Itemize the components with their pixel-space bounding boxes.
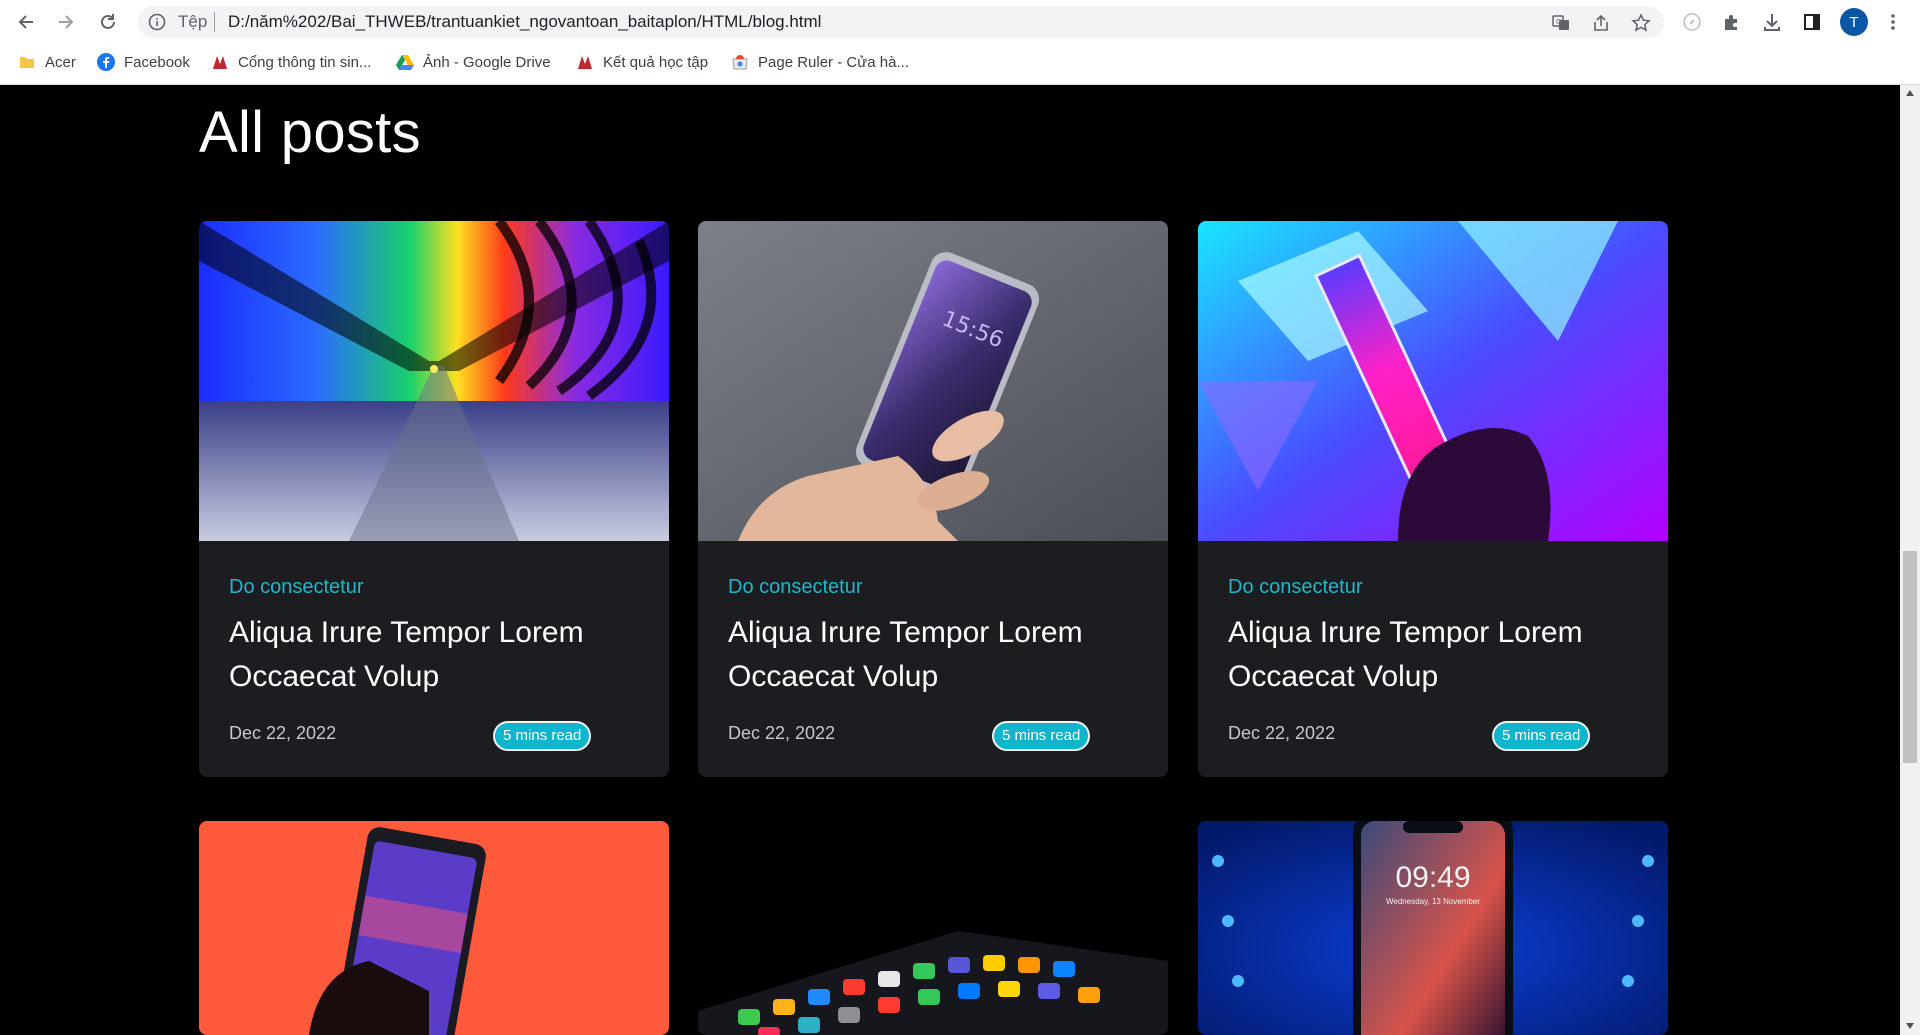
post-card[interactable]: Do consectetur Aliqua Irure Tempor Lorem… xyxy=(1198,221,1668,777)
post-category[interactable]: Do consectetur xyxy=(1228,576,1363,599)
svg-text:G: G xyxy=(1556,18,1561,26)
reload-icon xyxy=(101,14,115,29)
read-time-badge: 5 mins read xyxy=(992,721,1091,751)
bookmark-star-button[interactable] xyxy=(1630,12,1652,34)
webstore-icon xyxy=(731,53,749,71)
read-time-badge: 5 mins read xyxy=(1492,721,1591,751)
compass-icon xyxy=(1683,13,1701,31)
page-title: All posts xyxy=(199,100,421,165)
bookmark-google-drive[interactable]: Ảnh - Google Drive xyxy=(396,49,551,75)
bookmark-label: Acer xyxy=(45,53,76,71)
browser-menu-button[interactable] xyxy=(1881,10,1905,34)
translate-icon: G xyxy=(1552,15,1569,30)
bookmarks-bar: Acer Facebook Cổng thông tin sin... Ảnh … xyxy=(0,47,1920,77)
post-image-hand-holding-phone[interactable]: 15:56 xyxy=(698,221,1168,541)
bookmark-label: Kết quả học tập xyxy=(603,53,709,71)
post-date: Dec 22, 2022 xyxy=(728,723,836,743)
forward-button[interactable] xyxy=(52,8,80,36)
post-card[interactable] xyxy=(199,821,669,1035)
post-date: Dec 22, 2022 xyxy=(1228,723,1336,743)
scrollbar-thumb[interactable] xyxy=(1903,551,1917,763)
browser-toolbar: Tệp D:/năm%202/Bai_THWEB/trantuankiet_ng… xyxy=(0,0,1920,44)
share-button[interactable] xyxy=(1590,12,1612,34)
arrow-right-icon xyxy=(59,15,74,29)
bookmark-label: Cổng thông tin sin... xyxy=(238,53,372,71)
omnibox-divider xyxy=(214,12,215,32)
address-bar[interactable]: Tệp D:/năm%202/Bai_THWEB/trantuankiet_ng… xyxy=(138,6,1664,38)
extension-compass-button[interactable] xyxy=(1680,10,1704,34)
post-card[interactable] xyxy=(698,821,1168,1035)
scroll-up-icon[interactable] xyxy=(1905,89,1915,97)
post-title[interactable]: Aliqua Irure Tempor Lorem Occaecat Volup xyxy=(229,611,649,699)
translate-button[interactable]: G xyxy=(1550,12,1572,34)
more-vert-icon xyxy=(1891,14,1895,30)
bookmark-ket-qua-hoc-tap[interactable]: Kết quả học tập xyxy=(576,49,708,75)
bookmark-label: Page Ruler - Cửa hà... xyxy=(758,53,909,71)
download-icon xyxy=(1764,14,1780,31)
bookmark-page-ruler[interactable]: Page Ruler - Cửa hà... xyxy=(731,49,909,75)
profile-avatar[interactable]: T xyxy=(1840,8,1868,36)
bookmark-facebook[interactable]: Facebook xyxy=(97,49,190,75)
side-panel-button[interactable] xyxy=(1800,10,1824,34)
side-panel-icon xyxy=(1804,14,1820,30)
star-icon xyxy=(1631,13,1651,32)
post-image-rainbow-tunnel[interactable] xyxy=(199,221,669,541)
post-card[interactable]: Do consectetur Aliqua Irure Tempor Lorem… xyxy=(199,221,669,777)
reload-button[interactable] xyxy=(94,8,122,36)
scroll-down-icon[interactable] xyxy=(1905,1022,1915,1030)
bookmark-cong-thong-tin[interactable]: Cổng thông tin sin... xyxy=(211,49,371,75)
facebook-icon xyxy=(97,53,115,71)
read-time-badge: 5 mins read xyxy=(493,721,592,751)
bookmark-label: Ảnh - Google Drive xyxy=(423,53,551,71)
bookmark-acer[interactable]: Acer xyxy=(18,49,76,75)
arrow-left-icon xyxy=(18,15,33,29)
post-image-phone-on-orange[interactable] xyxy=(199,821,669,1035)
post-image-neon-light-bar[interactable] xyxy=(1198,221,1668,541)
share-icon xyxy=(1594,14,1608,31)
post-image-iphone-blue-lights[interactable]: 09:49 Wednesday, 13 November xyxy=(1198,821,1668,1035)
downloads-button[interactable] xyxy=(1760,10,1784,34)
post-card[interactable]: 15:56 Do consectetur Aliqua Irure Tempor… xyxy=(698,221,1168,777)
post-title[interactable]: Aliqua Irure Tempor Lorem Occaecat Volup xyxy=(1228,611,1648,699)
url-text[interactable]: D:/năm%202/Bai_THWEB/trantuankiet_ngovan… xyxy=(228,13,821,31)
back-button[interactable] xyxy=(12,8,40,36)
folder-icon xyxy=(18,53,36,71)
bookmark-label: Facebook xyxy=(124,53,190,71)
browser-chrome: Tệp D:/năm%202/Bai_THWEB/trantuankiet_ng… xyxy=(0,0,1920,85)
info-icon[interactable] xyxy=(148,13,166,31)
puzzle-icon xyxy=(1725,15,1737,30)
blog-page: All posts Do consectetur Aliqua Irure Te… xyxy=(0,85,1900,1035)
post-date: Dec 22, 2022 xyxy=(229,723,337,743)
lockscreen-date: Wednesday, 13 November xyxy=(1386,897,1480,906)
post-category[interactable]: Do consectetur xyxy=(728,576,863,599)
school-logo-icon xyxy=(576,53,594,71)
post-card[interactable]: 09:49 Wednesday, 13 November xyxy=(1198,821,1668,1035)
page-scrollbar[interactable] xyxy=(1900,85,1920,1035)
lockscreen-clock: 09:49 xyxy=(1395,861,1471,894)
extensions-button[interactable] xyxy=(1720,10,1744,34)
google-drive-icon xyxy=(396,53,414,71)
url-scheme-label: Tệp xyxy=(178,12,208,31)
post-category[interactable]: Do consectetur xyxy=(229,576,364,599)
post-title[interactable]: Aliqua Irure Tempor Lorem Occaecat Volup xyxy=(728,611,1148,699)
school-logo-icon xyxy=(211,53,229,71)
post-image-app-icons-dark[interactable] xyxy=(698,821,1168,1035)
